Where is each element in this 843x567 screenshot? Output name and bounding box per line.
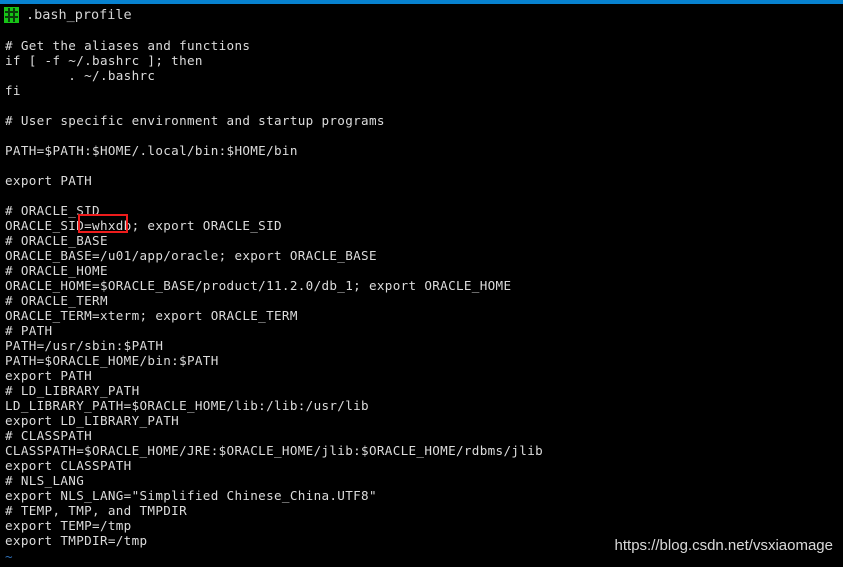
code-line: # LD_LIBRARY_PATH bbox=[5, 383, 140, 398]
code-line: # ORACLE_BASE bbox=[5, 233, 108, 248]
code-line: PATH=$PATH:$HOME/.local/bin:$HOME/bin bbox=[5, 143, 298, 158]
code-line: ORACLE_HOME=$ORACLE_BASE/product/11.2.0/… bbox=[5, 278, 512, 293]
window-title-bar: .bash_profile bbox=[0, 4, 843, 26]
code-line: ORACLE_SID=whxdb; export ORACLE_SID bbox=[5, 218, 282, 233]
code-line: export CLASSPATH bbox=[5, 458, 132, 473]
code-line: # ORACLE_SID bbox=[5, 203, 100, 218]
code-line: export PATH bbox=[5, 368, 93, 383]
code-line: # NLS_LANG bbox=[5, 473, 85, 488]
code-line: # ORACLE_HOME bbox=[5, 263, 108, 278]
watermark: https://blog.csdn.net/vsxiaomage bbox=[614, 537, 833, 554]
code-line: if [ -f ~/.bashrc ]; then bbox=[5, 53, 203, 68]
code-line: . ~/.bashrc bbox=[5, 68, 156, 83]
code-line: export NLS_LANG="Simplified Chinese_Chin… bbox=[5, 488, 377, 503]
window-title: .bash_profile bbox=[26, 7, 132, 23]
code-line: # User specific environment and startup … bbox=[5, 113, 385, 128]
code-line: export LD_LIBRARY_PATH bbox=[5, 413, 180, 428]
code-line: export TEMP=/tmp bbox=[5, 518, 132, 533]
terminal-window: .bash_profile # Get the aliases and func… bbox=[0, 0, 843, 567]
code-line: export PATH bbox=[5, 173, 93, 188]
vim-editor-pane[interactable]: # Get the aliases and functions if [ -f ~… bbox=[0, 30, 843, 567]
code-line: # ORACLE_TERM bbox=[5, 293, 108, 308]
vim-empty-line-marker: ~ bbox=[5, 549, 13, 564]
code-line: # PATH bbox=[5, 323, 53, 338]
text-file-icon bbox=[4, 7, 19, 23]
code-line: # TEMP, TMP, and TMPDIR bbox=[5, 503, 187, 518]
code-line: CLASSPATH=$ORACLE_HOME/JRE:$ORACLE_HOME/… bbox=[5, 443, 544, 458]
code-line: # CLASSPATH bbox=[5, 428, 93, 443]
code-line: PATH=$ORACLE_HOME/bin:$PATH bbox=[5, 353, 219, 368]
code-line: PATH=/usr/sbin:$PATH bbox=[5, 338, 164, 353]
code-line: LD_LIBRARY_PATH=$ORACLE_HOME/lib:/lib:/u… bbox=[5, 398, 369, 413]
code-line: ORACLE_TERM=xterm; export ORACLE_TERM bbox=[5, 308, 298, 323]
code-line: ORACLE_BASE=/u01/app/oracle; export ORAC… bbox=[5, 248, 377, 263]
code-line: # Get the aliases and functions bbox=[5, 38, 251, 53]
code-line: fi bbox=[5, 83, 21, 98]
code-line: export TMPDIR=/tmp bbox=[5, 533, 148, 548]
